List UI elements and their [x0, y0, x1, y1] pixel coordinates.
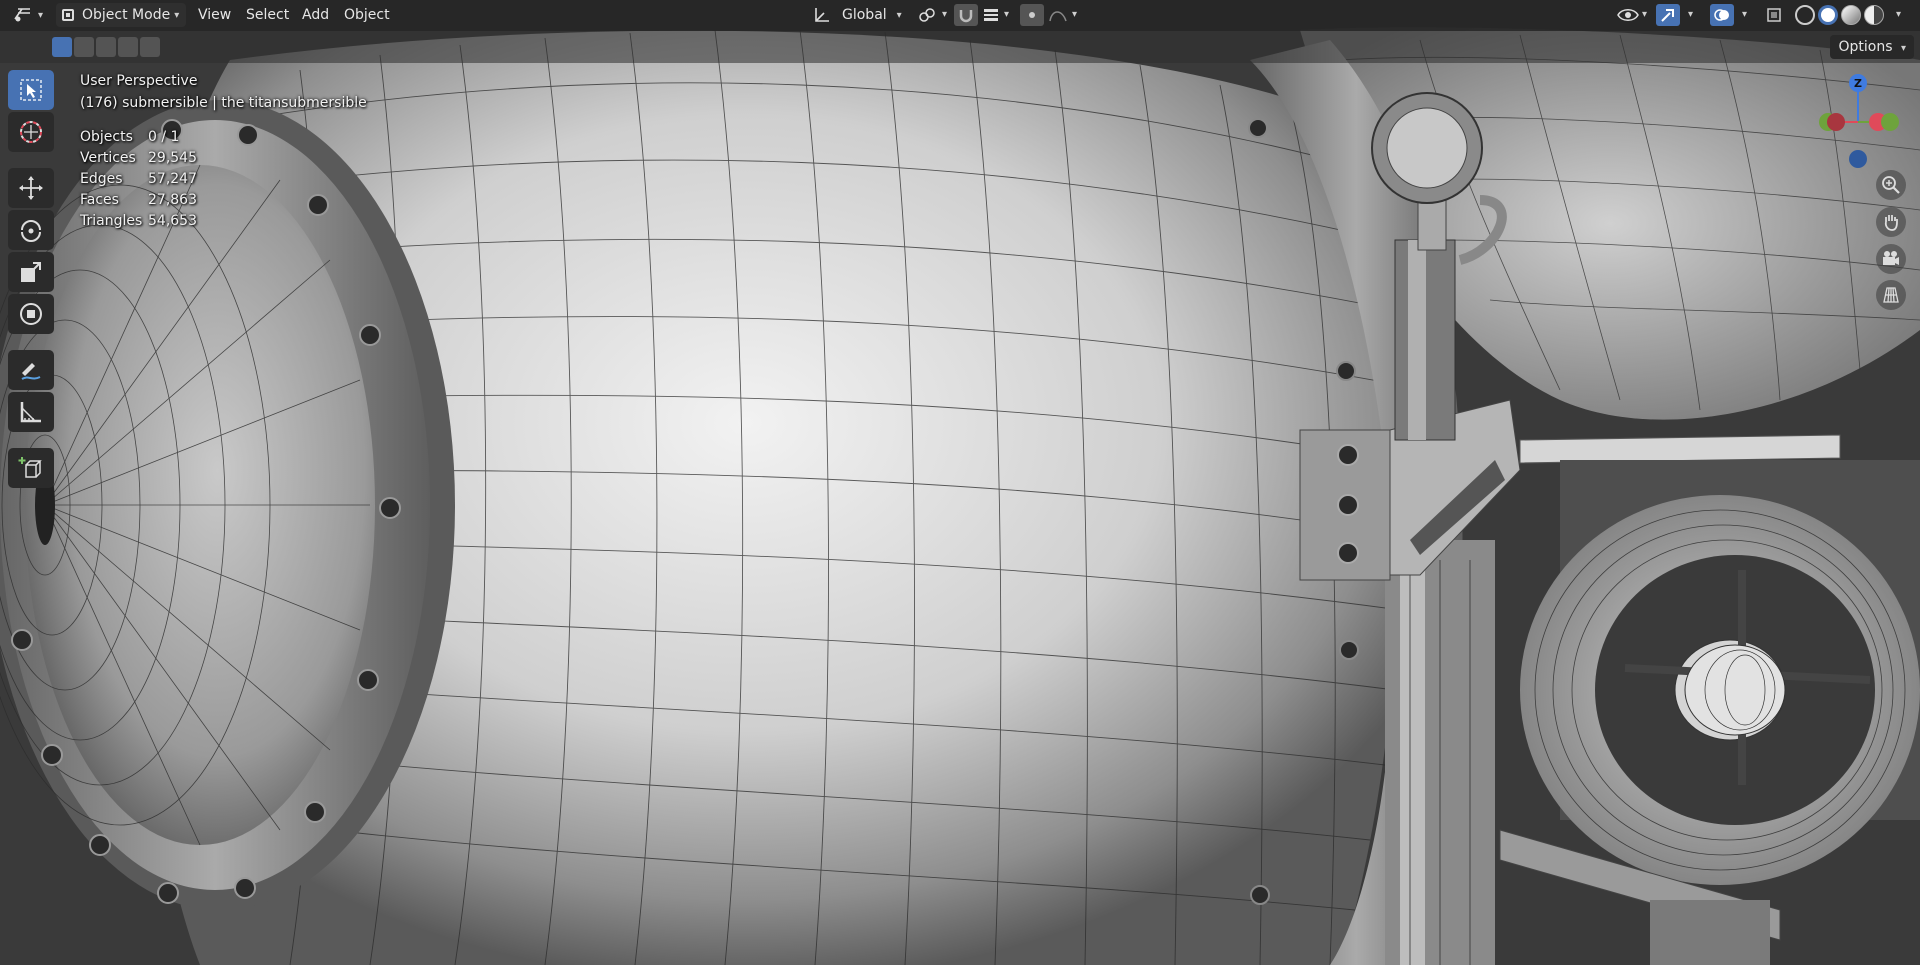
- select-invert-mode-icon[interactable]: [118, 37, 138, 57]
- select-intersect-mode-icon[interactable]: [140, 37, 160, 57]
- tool-transform[interactable]: [8, 294, 54, 334]
- menu-add[interactable]: Add: [296, 4, 335, 26]
- solid-shading-icon[interactable]: [1818, 5, 1838, 25]
- proportional-edit-icon: [1029, 12, 1035, 18]
- 3d-cursor-icon: [20, 121, 42, 143]
- view-name: User Perspective: [80, 73, 198, 89]
- select-extend-mode-icon[interactable]: [74, 37, 94, 57]
- camera-view-button[interactable]: [1876, 244, 1906, 274]
- menu-object[interactable]: Object: [338, 4, 396, 26]
- falloff-button[interactable]: [1046, 4, 1070, 26]
- zoom-magnifier-icon: [1882, 176, 1900, 194]
- options-dropdown[interactable]: Options ▾: [1830, 35, 1914, 59]
- chevron-down-icon: ▾: [896, 9, 902, 21]
- tool-settings-bar: [0, 31, 1920, 63]
- proportional-edit-toggle[interactable]: [1020, 4, 1044, 26]
- z-axis-label: Z: [1854, 77, 1862, 90]
- scale-icon: [21, 262, 41, 282]
- visibility-button[interactable]: [1616, 4, 1640, 26]
- neg-x-axis-handle[interactable]: [1827, 113, 1845, 131]
- tool-cursor[interactable]: [8, 112, 54, 152]
- stat-value: 57,247: [148, 171, 197, 187]
- chevron-down-icon: ▾: [174, 9, 180, 21]
- zoom-view-button[interactable]: [1876, 170, 1906, 200]
- transform-icon: [20, 303, 42, 325]
- rendered-shading-icon[interactable]: [1864, 5, 1884, 25]
- add-cube-icon: [18, 457, 42, 478]
- perspective-grid-icon: [1883, 287, 1899, 303]
- select-new-mode-icon[interactable]: [52, 37, 72, 57]
- snap-increment-icon: [984, 9, 998, 21]
- editor-type-button[interactable]: ▾: [12, 3, 43, 27]
- chevron-down-icon: ▾: [38, 9, 44, 21]
- xray-toggle[interactable]: [1762, 4, 1786, 26]
- tool-select-box[interactable]: [8, 70, 54, 110]
- chevron-down-icon: ▾: [1642, 9, 1648, 20]
- pivot-link-icon: [919, 8, 935, 22]
- tool-add-cube[interactable]: [8, 448, 54, 488]
- wireframe-shading-icon[interactable]: [1795, 5, 1815, 25]
- overlays-icon: [1714, 9, 1729, 21]
- chevron-down-icon: ▾: [1688, 9, 1694, 20]
- editor-type-icon: [14, 8, 30, 22]
- select-subtract-mode-icon[interactable]: [96, 37, 116, 57]
- falloff-curve-icon: [1049, 11, 1067, 22]
- mode-dropdown[interactable]: Object Mode ▾: [56, 3, 186, 27]
- stat-value: 27,863: [148, 192, 197, 208]
- navigation-gizmo[interactable]: Z: [1812, 72, 1912, 172]
- chevron-down-icon: ▾: [1742, 9, 1748, 20]
- material-preview-icon[interactable]: [1841, 5, 1861, 25]
- active-object-info: (176) submersible | the titansubmersible: [80, 95, 367, 111]
- tool-move[interactable]: [8, 168, 54, 208]
- mode-label: Object Mode: [82, 7, 171, 23]
- annotate-pencil-icon: [21, 363, 41, 380]
- gizmo-toggle[interactable]: [1656, 4, 1680, 26]
- chevron-down-icon: ▾: [942, 9, 948, 20]
- overlays-toggle[interactable]: [1710, 4, 1734, 26]
- orientation-axes-icon: [815, 8, 829, 22]
- neg-z-axis-handle[interactable]: [1849, 150, 1867, 168]
- pan-view-button[interactable]: [1876, 207, 1906, 237]
- viewport-header: ▾ Object Mode ▾ View Select Add Object G…: [0, 0, 1920, 31]
- gizmo-arrow-icon: [1661, 9, 1674, 22]
- y-axis-handle[interactable]: [1881, 113, 1899, 131]
- options-label: Options: [1838, 39, 1893, 55]
- hand-icon: [1884, 215, 1898, 231]
- chevron-down-icon: ▾: [1896, 9, 1902, 20]
- rotate-icon: [21, 220, 41, 242]
- stat-label: Triangles: [80, 213, 143, 229]
- stat-label: Vertices: [80, 150, 136, 166]
- menu-view[interactable]: View: [192, 4, 237, 26]
- stat-value: 54,653: [148, 213, 197, 229]
- stat-label: Objects: [80, 129, 133, 145]
- transform-orientation-label: Global: [842, 7, 887, 23]
- snap-target-button[interactable]: [980, 4, 1004, 26]
- stat-value: 0 / 1: [148, 129, 180, 145]
- stat-label: Faces: [80, 192, 119, 208]
- tool-scale[interactable]: [8, 252, 54, 292]
- stat-value: 29,545: [148, 150, 197, 166]
- pivot-point-button[interactable]: [916, 4, 940, 26]
- chevron-down-icon: ▾: [1900, 43, 1906, 54]
- camera-icon: [1883, 251, 1899, 265]
- stat-label: Edges: [80, 171, 123, 187]
- tool-rotate[interactable]: [8, 210, 54, 250]
- snap-toggle[interactable]: [954, 4, 978, 26]
- toggle-projection-button[interactable]: [1876, 280, 1906, 310]
- transform-orientation-dropdown[interactable]: Global ▾: [812, 3, 902, 27]
- chevron-down-icon: ▾: [1004, 9, 1010, 20]
- menu-select[interactable]: Select: [240, 4, 295, 26]
- measure-ruler-icon: [20, 402, 41, 423]
- tool-measure[interactable]: [8, 392, 54, 432]
- tool-annotate[interactable]: [8, 350, 54, 390]
- chevron-down-icon: ▾: [1072, 9, 1078, 20]
- move-arrows-icon: [19, 176, 43, 200]
- magnet-icon: [959, 10, 973, 23]
- xray-icon: [1767, 8, 1781, 22]
- eye-icon: [1617, 9, 1639, 21]
- object-mode-icon: [62, 9, 74, 21]
- select-cursor-icon: [20, 79, 42, 101]
- viewport-3d[interactable]: [0, 0, 1920, 965]
